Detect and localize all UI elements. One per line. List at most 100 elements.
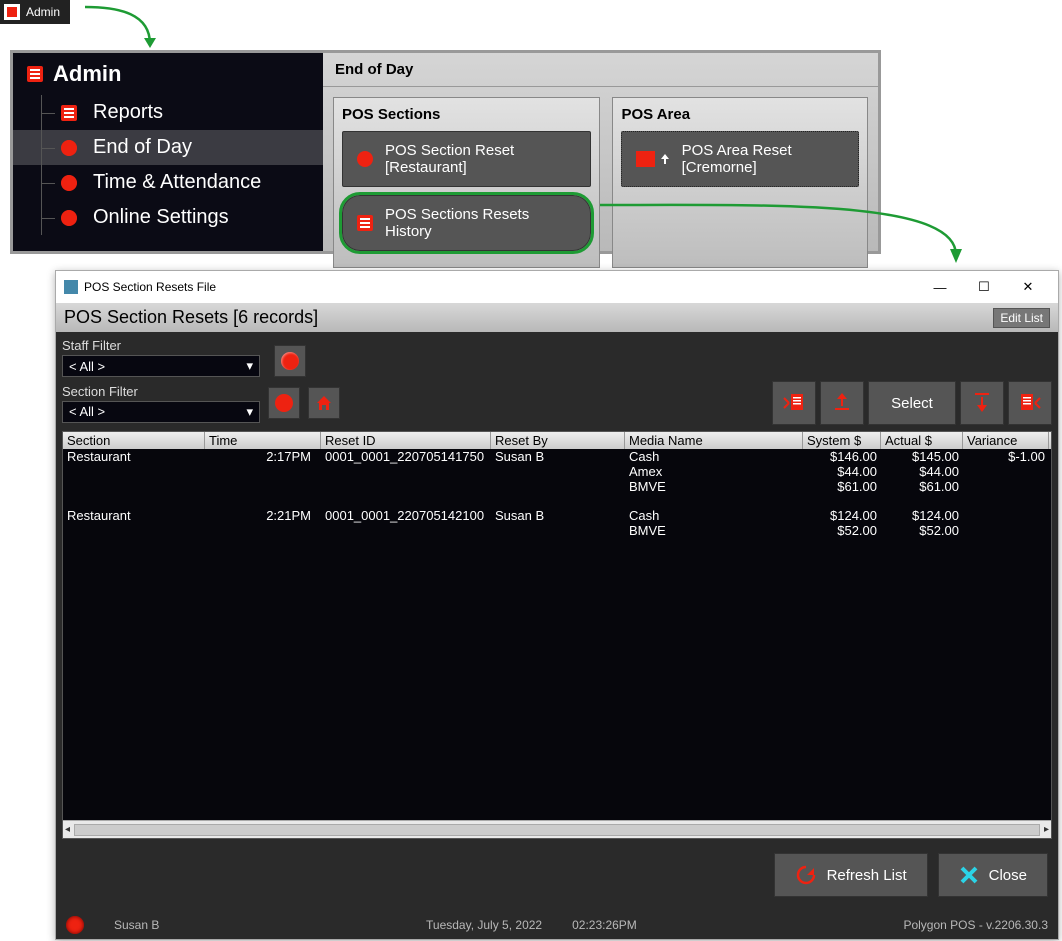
col-reset-id[interactable]: Reset ID <box>321 432 491 449</box>
table-row[interactable]: BMVE$61.00$61.00 <box>63 479 1051 494</box>
col-variance[interactable]: Variance <box>963 432 1049 449</box>
button-label: Close <box>989 867 1027 884</box>
section-filter-search-button[interactable] <box>268 387 300 419</box>
status-dot-icon <box>66 916 84 934</box>
staff-filter-value: < All > <box>69 359 105 374</box>
scroll-left-icon[interactable]: ◂ <box>65 824 70 835</box>
pos-area-reset-button[interactable]: POS Area Reset [Cremorne] <box>621 131 859 187</box>
button-label: POS Section Reset [Restaurant] <box>385 142 576 176</box>
end-of-day-pane: End of Day POS Sections POS Section Rese… <box>323 53 878 251</box>
footer-buttons: Refresh List Close <box>56 839 1058 911</box>
button-label: Refresh List <box>827 867 907 884</box>
admin-tag[interactable]: Admin <box>0 0 70 24</box>
admin-tag-label: Admin <box>26 5 60 19</box>
refresh-list-button[interactable]: Refresh List <box>774 853 928 897</box>
col-media[interactable]: Media Name <box>625 432 803 449</box>
col-system[interactable]: System $ <box>803 432 881 449</box>
close-window-button[interactable]: ✕ <box>1006 276 1050 298</box>
app-icon <box>64 280 78 294</box>
header-bar: POS Section Resets [6 records] Edit List <box>56 303 1058 332</box>
minimize-button[interactable]: — <box>918 276 962 298</box>
button-label: POS Sections Resets History <box>385 206 576 240</box>
sidebar-root[interactable]: Admin <box>13 53 323 95</box>
list-icon <box>27 66 43 82</box>
monitor-icon <box>636 151 655 167</box>
scrollbar-thumb[interactable] <box>74 824 1040 836</box>
next-page-button[interactable] <box>1008 381 1052 425</box>
col-section[interactable]: Section <box>63 432 205 449</box>
admin-end-of-day-panel: Admin Reports End of Day Time & Attendan… <box>10 50 881 254</box>
sidebar-item-label: End of Day <box>93 136 192 159</box>
close-icon <box>959 865 979 885</box>
grid-body[interactable]: Restaurant2:17PM0001_0001_220705141750Su… <box>63 449 1051 820</box>
sidebar: Admin Reports End of Day Time & Attendan… <box>13 53 323 251</box>
page-right-icon <box>1017 390 1043 416</box>
pos-section-resets-history-button[interactable]: POS Sections Resets History <box>342 195 591 251</box>
dot-icon <box>61 140 77 156</box>
sidebar-item-label: Reports <box>93 101 163 124</box>
chevron-down-icon: ▾ <box>246 358 253 374</box>
sidebar-item-end-of-day[interactable]: End of Day <box>13 130 323 165</box>
table-row[interactable]: Restaurant2:17PM0001_0001_220705141750Su… <box>63 449 1051 464</box>
table-row[interactable]: Amex$44.00$44.00 <box>63 464 1051 479</box>
pos-area-card: POS Area POS Area Reset [Cremorne] <box>612 97 868 268</box>
status-user: Susan B <box>114 918 159 932</box>
col-time[interactable]: Time <box>205 432 321 449</box>
download-icon <box>971 390 993 416</box>
status-date: Tuesday, July 5, 2022 <box>426 918 542 932</box>
pos-sections-card: POS Sections POS Section Reset [Restaura… <box>333 97 600 268</box>
edit-list-button[interactable]: Edit List <box>993 308 1050 328</box>
sidebar-item-reports[interactable]: Reports <box>13 95 323 130</box>
list-icon <box>357 215 373 231</box>
refresh-icon <box>795 864 817 886</box>
dot-icon <box>61 210 77 226</box>
staff-filter-label: Staff Filter <box>62 338 260 353</box>
import-button[interactable] <box>960 381 1004 425</box>
status-version: Polygon POS - v.2206.30.3 <box>903 918 1048 932</box>
page-left-icon <box>781 390 807 416</box>
resets-grid: Section Time Reset ID Reset By Media Nam… <box>62 431 1052 839</box>
arrow-icon <box>80 4 180 50</box>
upload-icon <box>831 390 853 416</box>
pos-sections-header: POS Sections <box>342 106 591 123</box>
section-filter-select[interactable]: < All > ▾ <box>62 401 260 423</box>
col-reset-by[interactable]: Reset By <box>491 432 625 449</box>
resets-window: POS Section Resets File — ☐ ✕ POS Sectio… <box>55 270 1059 940</box>
sidebar-root-label: Admin <box>53 61 121 87</box>
home-button[interactable] <box>308 387 340 419</box>
select-button[interactable]: Select <box>868 381 956 425</box>
button-label: POS Area Reset [Cremorne] <box>682 142 844 176</box>
table-row[interactable]: BMVE$52.00$52.00 <box>63 523 1051 538</box>
titlebar: POS Section Resets File — ☐ ✕ <box>56 271 1058 303</box>
window-title: POS Section Resets File <box>84 280 216 294</box>
status-bar: Susan B Tuesday, July 5, 2022 02:23:26PM… <box>56 911 1058 939</box>
button-label: Select <box>891 395 933 412</box>
dot-icon <box>61 175 77 191</box>
staff-filter-search-button[interactable] <box>274 345 306 377</box>
home-icon <box>314 393 334 413</box>
sidebar-item-label: Online Settings <box>93 206 229 229</box>
arrow-up-icon <box>659 153 669 165</box>
pos-area-header: POS Area <box>621 106 859 123</box>
grid-header: Section Time Reset ID Reset By Media Nam… <box>63 432 1051 449</box>
prev-page-button[interactable] <box>772 381 816 425</box>
pos-section-reset-button[interactable]: POS Section Reset [Restaurant] <box>342 131 591 187</box>
sidebar-item-label: Time & Attendance <box>93 171 261 194</box>
app-icon <box>4 4 20 20</box>
sidebar-item-online-settings[interactable]: Online Settings <box>13 200 323 235</box>
dot-icon <box>275 394 293 412</box>
end-of-day-header: End of Day <box>323 53 878 87</box>
list-icon <box>61 105 77 121</box>
maximize-button[interactable]: ☐ <box>962 276 1006 298</box>
staff-filter-select[interactable]: < All > ▾ <box>62 355 260 377</box>
scroll-right-icon[interactable]: ▸ <box>1044 824 1049 835</box>
col-actual[interactable]: Actual $ <box>881 432 963 449</box>
table-row[interactable]: Restaurant2:21PM0001_0001_220705142100Su… <box>63 508 1051 523</box>
chevron-down-icon: ▾ <box>246 404 253 420</box>
status-time: 02:23:26PM <box>572 918 637 932</box>
export-button[interactable] <box>820 381 864 425</box>
dot-icon <box>281 352 299 370</box>
close-button[interactable]: Close <box>938 853 1048 897</box>
horizontal-scrollbar[interactable]: ◂ ▸ <box>63 820 1051 838</box>
sidebar-item-time-attendance[interactable]: Time & Attendance <box>13 165 323 200</box>
